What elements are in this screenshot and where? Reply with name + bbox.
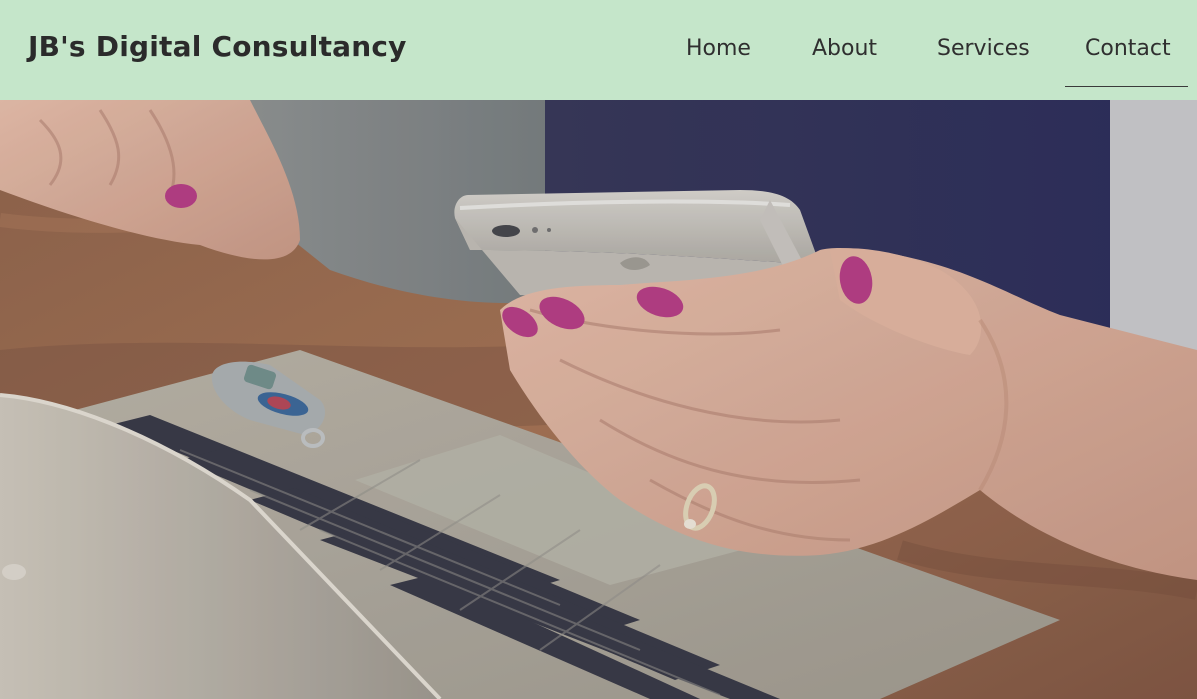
nav-link-services[interactable]: Services	[937, 36, 1030, 61]
page: JB's Digital Consultancy Home About Serv…	[0, 0, 1197, 699]
site-brand[interactable]: JB's Digital Consultancy	[28, 30, 407, 63]
nav-link-home[interactable]: Home	[686, 36, 751, 61]
nav-link-contact[interactable]: Contact	[1085, 36, 1171, 61]
hero-photo-hands-phone-laptop	[0, 100, 1197, 699]
nav-link-about[interactable]: About	[812, 36, 877, 61]
navbar: JB's Digital Consultancy Home About Serv…	[0, 0, 1197, 100]
active-nav-underline	[1065, 86, 1188, 87]
hero-image	[0, 100, 1197, 699]
